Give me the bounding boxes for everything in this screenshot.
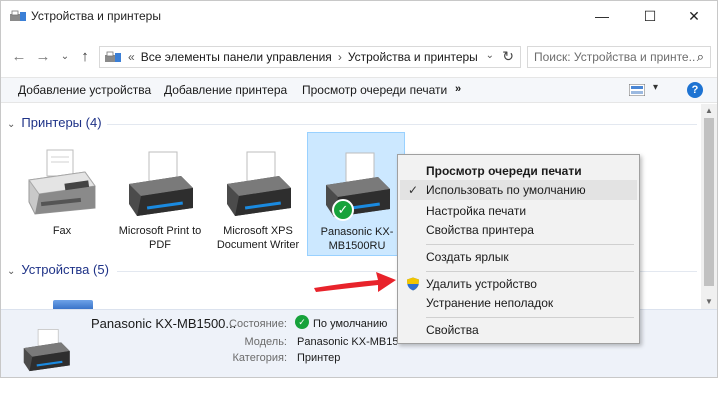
address-bar[interactable]: « Все элементы панели управления › Устро… bbox=[99, 46, 521, 68]
add-printer-button[interactable]: Добавление принтера bbox=[164, 83, 287, 97]
menu-item-printer-properties[interactable]: Свойства принтера bbox=[400, 220, 637, 240]
up-button[interactable]: ↑ bbox=[75, 46, 95, 66]
back-button[interactable]: ← bbox=[9, 46, 29, 66]
menu-item-properties[interactable]: Свойства bbox=[400, 320, 637, 340]
annotation-arrow-icon bbox=[314, 272, 396, 292]
maximize-button[interactable]: ☐ bbox=[627, 1, 673, 31]
print-queue-button[interactable]: Просмотр очереди печати bbox=[302, 83, 447, 97]
device-label: Microsoft XPS Document Writer bbox=[216, 225, 300, 251]
status-label: Состояние: bbox=[229, 318, 287, 330]
printer-icon bbox=[227, 151, 291, 216]
add-device-button[interactable]: Добавление устройства bbox=[18, 83, 151, 97]
menu-item-printing-preferences[interactable]: Настройка печати bbox=[400, 201, 637, 221]
control-panel-icon bbox=[105, 51, 121, 62]
refresh-icon[interactable]: ↻ bbox=[502, 48, 514, 65]
more-commands-button[interactable]: » bbox=[455, 83, 461, 95]
title-bar: Устройства и принтеры — ☐ ✕ bbox=[1, 1, 717, 31]
context-menu: Просмотр очереди печати ✓ Использовать п… bbox=[397, 154, 640, 344]
printer-icon bbox=[23, 329, 70, 372]
menu-item-set-default[interactable]: ✓ Использовать по умолчанию bbox=[400, 180, 637, 200]
device-label: Panasonic KX-MB1500RU bbox=[320, 226, 394, 252]
vertical-scrollbar[interactable]: ▲ ▼ bbox=[701, 104, 717, 309]
fax-icon bbox=[28, 149, 96, 215]
device-xps-writer[interactable]: Microsoft XPS Document Writer bbox=[209, 132, 307, 256]
close-button[interactable]: ✕ bbox=[671, 1, 717, 31]
checkmark-icon: ✓ bbox=[408, 183, 419, 197]
device-print-to-pdf[interactable]: Microsoft Print to PDF bbox=[111, 132, 209, 256]
category-value: Принтер bbox=[297, 352, 341, 364]
forward-button[interactable]: → bbox=[33, 46, 53, 66]
command-bar: Добавление устройства Добавление принтер… bbox=[1, 77, 717, 103]
model-label: Модель: bbox=[244, 336, 287, 348]
collapse-chevron-icon[interactable]: ⌄ bbox=[7, 119, 15, 130]
status-ok-icon: ✓ bbox=[295, 315, 309, 329]
device-label: Fax bbox=[52, 225, 72, 237]
collapse-chevron-icon[interactable]: ⌄ bbox=[7, 266, 15, 277]
group-divider bbox=[107, 124, 697, 125]
menu-item-troubleshoot[interactable]: Устранение неполадок bbox=[400, 293, 637, 313]
status-value: По умолчанию bbox=[313, 318, 388, 330]
scroll-up-icon[interactable]: ▲ bbox=[705, 106, 713, 115]
menu-item-create-shortcut[interactable]: Создать ярлык bbox=[400, 247, 637, 267]
device-fax[interactable]: Fax bbox=[13, 132, 111, 256]
search-placeholder: Поиск: Устройства и принте... bbox=[534, 50, 699, 64]
menu-item-label: Удалить устройство bbox=[426, 277, 537, 291]
device-label: Microsoft Print to PDF bbox=[118, 225, 202, 251]
navigation-bar: ← → ⌄ ↑ « Все элементы панели управления… bbox=[1, 43, 717, 71]
recent-locations-dropdown[interactable]: ⌄ bbox=[55, 46, 75, 66]
menu-item-print-queue[interactable]: Просмотр очереди печати bbox=[400, 161, 637, 181]
menu-separator bbox=[426, 271, 634, 272]
device-panasonic[interactable]: ✓ Panasonic KX-MB1500RU bbox=[307, 132, 405, 256]
view-options-dropdown[interactable]: ▾ bbox=[653, 82, 658, 93]
menu-separator bbox=[426, 244, 634, 245]
breadcrumb-control-panel[interactable]: Все элементы панели управления bbox=[141, 50, 332, 64]
scroll-down-icon[interactable]: ▼ bbox=[705, 297, 713, 306]
scroll-thumb[interactable] bbox=[704, 118, 714, 286]
printer-icon bbox=[129, 151, 193, 216]
menu-item-label: Использовать по умолчанию bbox=[426, 183, 586, 197]
menu-separator bbox=[426, 317, 634, 318]
search-icon[interactable]: ⌕ bbox=[694, 49, 704, 65]
uac-shield-icon bbox=[407, 277, 419, 291]
window-title: Устройства и принтеры bbox=[31, 9, 161, 23]
minimize-button[interactable]: — bbox=[579, 1, 625, 31]
breadcrumb-devices-printers[interactable]: Устройства и принтеры bbox=[348, 50, 478, 64]
devices-group-header[interactable]: ⌄ Устройства (5) bbox=[7, 262, 109, 277]
devices-printers-icon bbox=[10, 10, 26, 21]
menu-item-remove-device[interactable]: Удалить устройство bbox=[400, 274, 637, 294]
printers-group-header[interactable]: ⌄ Принтеры (4) bbox=[7, 115, 102, 130]
address-dropdown-icon[interactable]: ⌄ bbox=[486, 50, 494, 61]
monitor-device-icon[interactable] bbox=[53, 300, 93, 309]
search-input[interactable]: Поиск: Устройства и принте... ⌕ bbox=[527, 46, 711, 68]
change-view-icon[interactable] bbox=[629, 84, 645, 96]
breadcrumb-separator[interactable]: › bbox=[338, 50, 342, 64]
default-printer-check-icon: ✓ bbox=[332, 199, 354, 221]
category-label: Категория: bbox=[232, 352, 287, 364]
help-icon[interactable]: ? bbox=[687, 82, 703, 98]
devices-group-title: Устройства (5) bbox=[21, 262, 109, 277]
printers-group-title: Принтеры (4) bbox=[21, 115, 102, 130]
overflow-chevron[interactable]: « bbox=[128, 50, 135, 64]
model-value: Panasonic KX-MB150 bbox=[297, 336, 397, 348]
